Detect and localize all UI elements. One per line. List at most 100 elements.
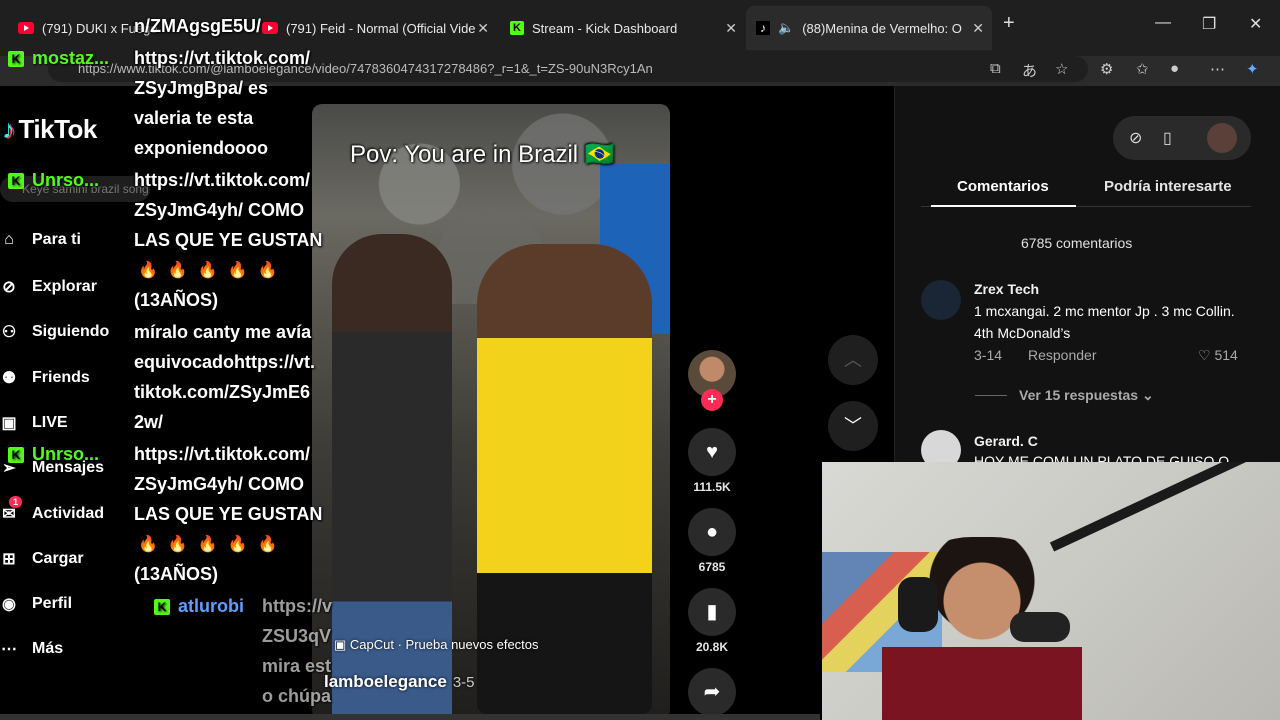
sidebar-item-para-ti[interactable]: ⌂ Para ti [0,231,81,249]
chat-message-line: https://vt.tiktok.com/ [134,48,311,68]
chat-message-line: LAS QUE YE GUSTAN [134,504,323,524]
view-replies-button[interactable]: Ver 15 respuestas ⌄ [1019,387,1154,404]
browser-tab-tiktok[interactable]: ♪ 🔈 (88)Menina de Vermelho: O ✕ [746,6,992,50]
chat-message-line: valeria te esta [134,108,254,128]
chat-user[interactable]: K Unrso... [8,170,99,191]
more-icon: ⋯ [1,641,17,658]
user-avatar[interactable] [1207,123,1237,153]
comment-user[interactable]: Gerard. C [974,433,1038,449]
active-tab-indicator [931,205,1076,207]
tab-title: (791) Feid - Normal (Official Vide [286,20,476,36]
open-app-icon[interactable]: ⧉ [990,60,1001,77]
bookmark-icon[interactable]: ▮ [688,588,736,636]
chat-message-line: mira est [262,656,332,676]
chat-message-line: equivocadohttps://vt. [134,352,316,372]
fire-emoji-row: 🔥🔥🔥🔥🔥 [138,262,288,279]
browser-tab-feid[interactable]: (791) Feid - Normal (Official Vide ✕ [252,6,497,50]
chat-message-line: exponiendoooo [134,138,268,158]
horizontal-scrollbar[interactable] [0,714,820,720]
sidebar-item-actividad[interactable]: ✉ 1 Actividad [0,496,104,524]
more-icon[interactable]: ⋯ [1210,60,1225,78]
fire-emoji-row: 🔥🔥🔥🔥🔥 [138,536,288,553]
like-count: 111.5K [693,480,731,494]
copilot-icon[interactable]: ✦ [1246,60,1259,78]
new-tab-button[interactable]: + [1003,12,1015,35]
youtube-icon [262,22,278,34]
chat-message-line: 2w/ [134,412,164,432]
sidebar-item-siguiendo[interactable]: ⚇ Siguiendo [0,322,110,342]
profile-icon: ◉ [2,596,16,613]
like-action[interactable]: ♥ 111.5K [688,428,736,494]
sidebar-item-mas[interactable]: ⋯ Más [0,639,63,659]
close-window-button[interactable]: ✕ [1249,14,1262,34]
video-player[interactable]: Pov: You are in Brazil 🇧🇷 ▣ CapCut · Pru… [312,104,670,720]
save-action[interactable]: ▮ 20.8K [688,588,736,654]
share-action[interactable]: ➦ [688,668,736,716]
reply-button[interactable]: Responder [1028,347,1097,363]
extensions-icon[interactable]: ⚙ [1100,60,1113,78]
capcut-link[interactable]: ▣ CapCut · Prueba nuevos efectos [334,637,539,653]
youtube-icon [18,22,34,34]
chat-message-line: LAS QUE YE GUSTAN [134,230,323,250]
comment-total: 6785 comentarios [1021,235,1133,251]
divider [975,395,1007,396]
chat-message-line: (13AÑOS) [134,564,219,584]
headset [898,577,938,632]
favorites-list-icon[interactable]: ✩ [1136,60,1149,78]
chat-message-line: ZSyJmG4yh/ COMO [134,200,305,220]
kick-badge-icon: K [8,50,24,67]
comment-like[interactable]: ♡ 514 [1198,347,1238,364]
sidebar-item-friends[interactable]: ⚉ Friends [0,368,90,388]
sidebar-item-live[interactable]: ▣ LIVE [0,413,67,433]
home-icon: ⌂ [4,231,14,248]
microphone [1010,612,1070,642]
kick-badge-icon: K [154,598,170,615]
avatar[interactable] [921,280,961,320]
sidebar-item-cargar[interactable]: ⊞ Cargar [0,549,83,569]
previous-video-button[interactable]: ︿ [828,335,878,385]
profile-icon[interactable]: ● [1170,60,1179,77]
minimize-button[interactable]: — [1155,14,1171,32]
comment-user[interactable]: Zrex Tech [974,281,1039,297]
tab-title: Stream - Kick Dashboard [532,20,678,36]
sidebar-item-explorar[interactable]: ⊘ Explorar [0,277,97,297]
next-video-button[interactable]: ﹀ [828,401,878,451]
following-icon: ⚇ [1,324,17,341]
webcam-feed [822,462,1280,720]
close-icon[interactable]: ✕ [725,20,737,37]
speaker-icon[interactable]: 🔈 [778,20,794,36]
share-icon[interactable]: ➦ [688,668,736,716]
chevron-down-icon: ⌄ [1138,387,1154,403]
chat-message-line: (13AÑOS) [134,290,219,310]
sidebar-item-perfil[interactable]: ◉ Perfil [0,594,72,614]
chat-user[interactable]: K Unrso... [8,444,99,465]
mic-arm [1049,462,1263,552]
tab-comments[interactable]: Comentarios [957,178,1049,195]
compass-icon: ⊘ [2,279,16,296]
phone-icon[interactable]: ▯ [1163,128,1172,148]
chat-message-line: ZSyJmG4yh/ COMO [134,474,305,494]
video-caption: Pov: You are in Brazil 🇧🇷 [350,141,615,168]
tab-related[interactable]: Podría interesarte [1104,178,1232,195]
maximize-button[interactable]: ❐ [1202,14,1216,34]
video-author[interactable]: lamboelegance 3-5 [324,672,475,692]
kick-icon: K [510,21,524,35]
tiktok-logo[interactable]: ♪ TikTok [2,114,97,145]
favorite-icon[interactable]: ☆ [1055,60,1068,78]
chat-user[interactable]: Katlurobi [154,596,244,617]
kick-badge-icon: K [8,172,24,189]
comment-icon[interactable]: ● [688,508,736,556]
chat-message-line: n/ZMAgsgE5U/ [134,16,262,36]
translate-icon[interactable]: あ [1022,60,1037,81]
heart-icon[interactable]: ♥ [688,428,736,476]
chat-message-line: míralo canty me avía [134,322,312,342]
close-icon[interactable]: ✕ [972,20,984,37]
follow-button[interactable]: + [701,389,723,411]
compass-icon[interactable]: ⊘ [1129,128,1142,148]
live-icon: ▣ [1,415,17,432]
capcut-icon: ▣ [334,637,350,652]
comment-action[interactable]: ● 6785 [688,508,736,574]
browser-tab-kick[interactable]: K Stream - Kick Dashboard ✕ [500,6,745,50]
close-icon[interactable]: ✕ [477,20,489,37]
chat-user[interactable]: Kmostaz... [8,48,109,69]
